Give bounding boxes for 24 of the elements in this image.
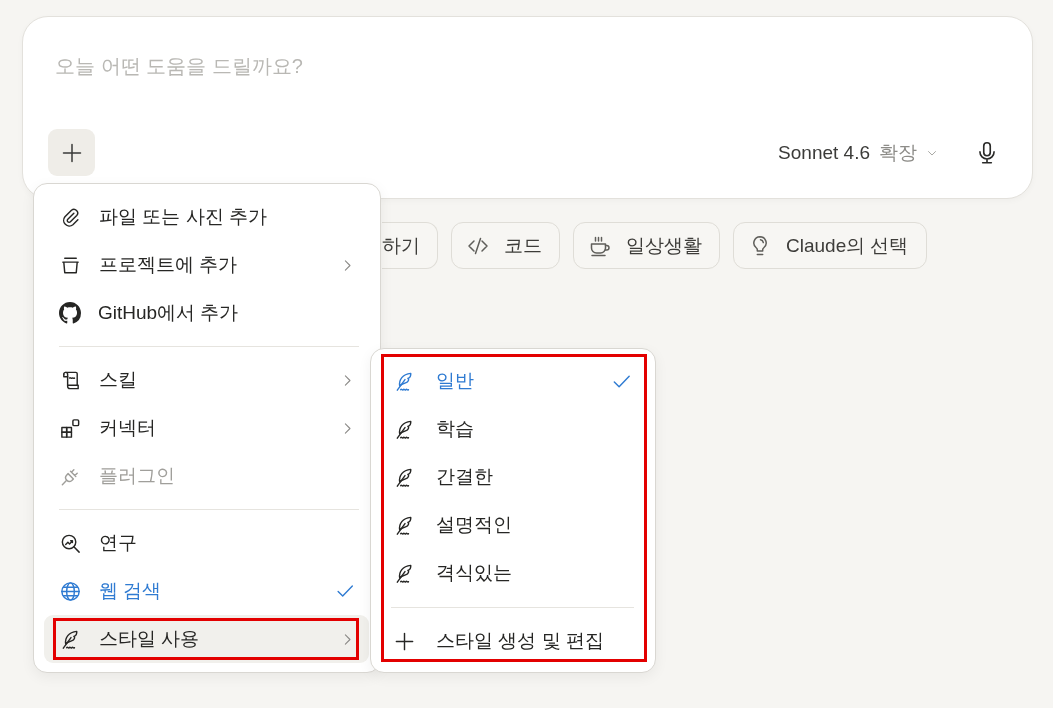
add-button[interactable] [48, 129, 95, 176]
style-option[interactable]: 간결한 [379, 453, 647, 501]
style-option[interactable]: 격식있는 [379, 549, 647, 597]
menu-item[interactable]: 커넥터 [44, 404, 369, 452]
create-style-item[interactable]: 스타일 생성 및 편집 [379, 617, 647, 665]
style-option[interactable]: 설명적인 [379, 501, 647, 549]
menu-item[interactable]: GitHub에서 추가 [44, 289, 369, 337]
menu-item[interactable]: 파일 또는 사진 추가 [44, 193, 369, 241]
suggestion-chip[interactable]: 하기 [382, 222, 438, 269]
menu-item[interactable]: 프로젝트에 추가 [44, 241, 369, 289]
globe-icon [59, 579, 82, 603]
suggestion-chip[interactable]: 코드 [451, 222, 560, 269]
style-option[interactable]: 학습 [379, 405, 647, 453]
menu-item[interactable]: 연구 [44, 519, 369, 567]
style-option[interactable]: 일반 [379, 357, 647, 405]
menu-item[interactable]: 웹 검색 [44, 567, 369, 615]
menu-item[interactable]: 스킬 [44, 356, 369, 404]
model-selector[interactable]: Sonnet 4.6 확장 [772, 133, 945, 172]
suggestion-chip[interactable]: Claude의 선택 [733, 222, 927, 269]
blocks-icon [59, 416, 82, 440]
menu-item[interactable]: 스타일 사용 [44, 615, 369, 663]
github-icon [59, 302, 81, 324]
message-input[interactable]: 오늘 어떤 도움을 드릴까요? [55, 52, 655, 80]
suggestion-chip[interactable]: 일상생활 [573, 222, 720, 269]
